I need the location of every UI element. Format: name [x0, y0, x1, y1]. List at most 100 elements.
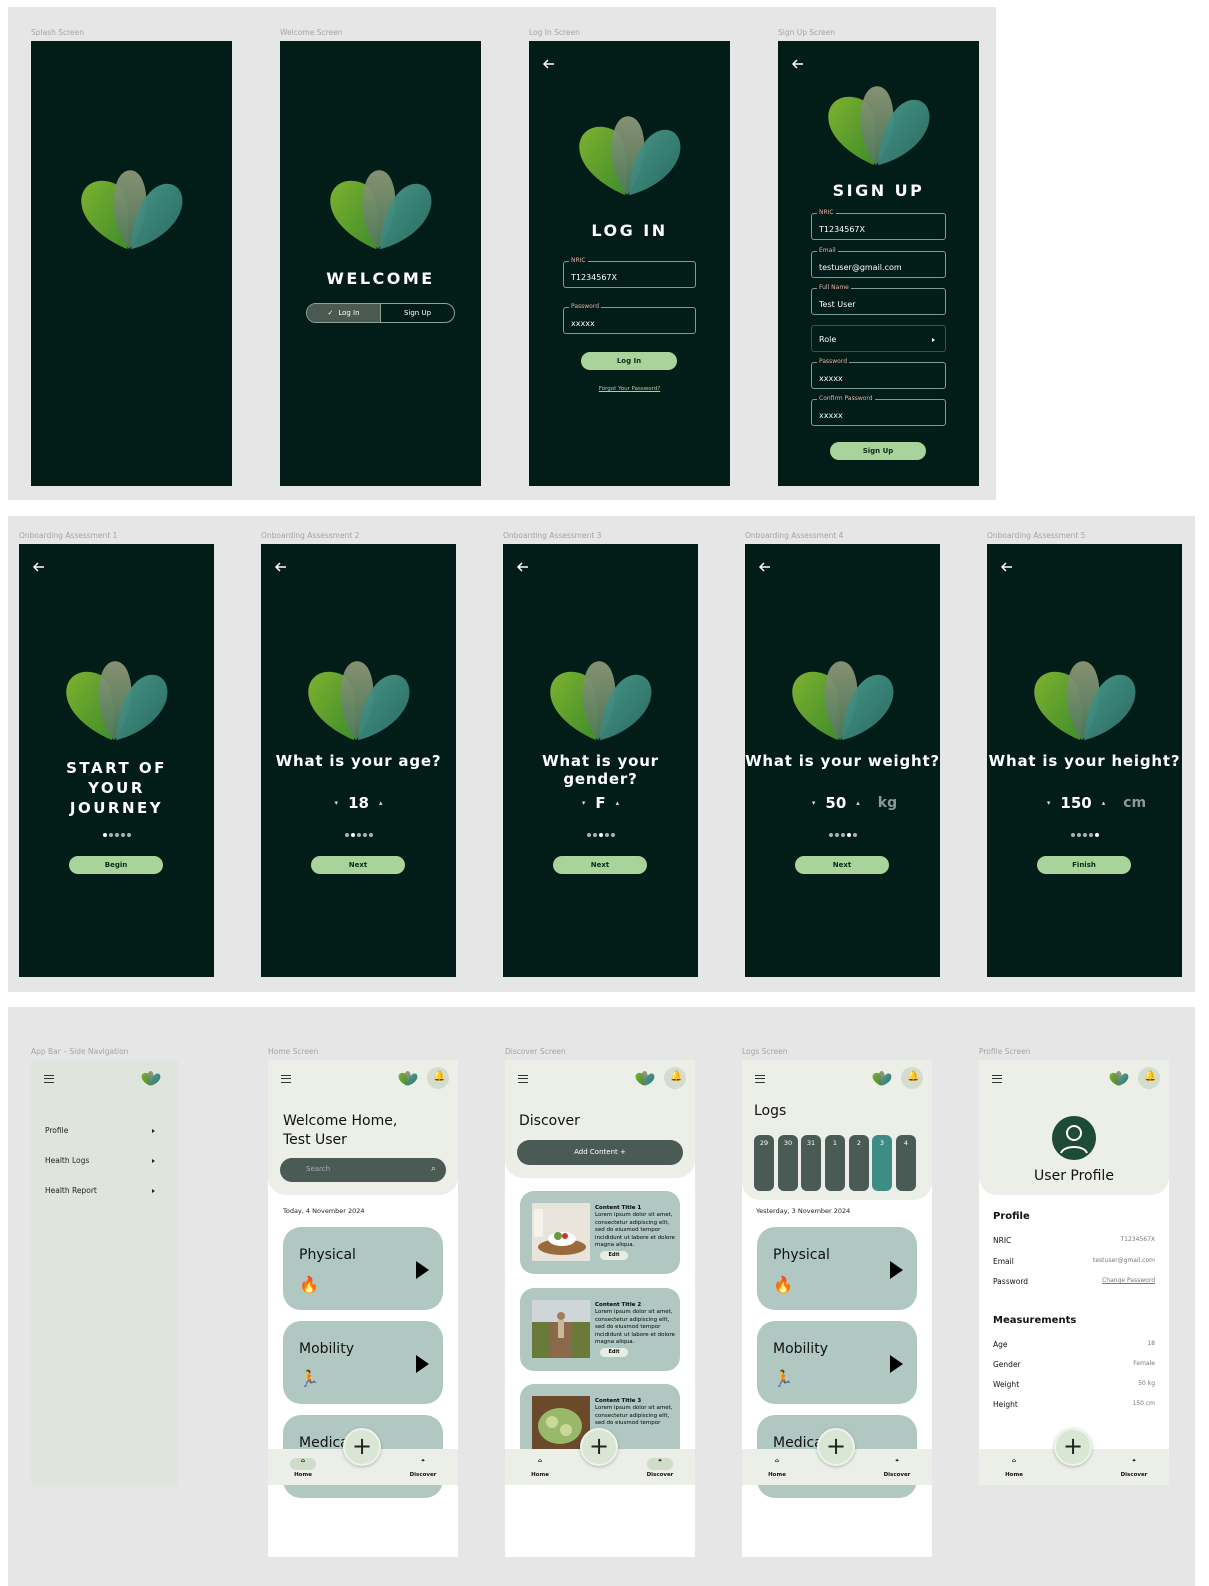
add-fab[interactable]: + [1054, 1428, 1092, 1466]
nav-discover[interactable]: ⌖ Discover [882, 1458, 912, 1478]
nav-home[interactable]: ⌂ Home [525, 1458, 555, 1478]
nav-discover[interactable]: ⌖ Discover [408, 1458, 438, 1478]
add-fab[interactable]: + [817, 1428, 855, 1466]
change-password-link[interactable]: Change Password [1102, 1277, 1155, 1286]
play-icon[interactable] [416, 1261, 429, 1279]
age-question: What is your age? [275, 752, 442, 770]
onboarding-2-screen: What is your age? ▾ 18 ▴ Next [261, 544, 456, 977]
home-icon: ⌂ [775, 1458, 779, 1464]
logs-screen: 🔔 Logs 29 30 31 1 2 3 4 Yesterday, 3 Nov… [742, 1060, 932, 1557]
next-button[interactable]: Next [553, 856, 647, 874]
nav-home[interactable]: ⌂ Home [762, 1458, 792, 1478]
menu-icon[interactable] [281, 1075, 291, 1083]
menu-icon[interactable] [755, 1075, 765, 1083]
search-input[interactable]: Search ⌕ [280, 1158, 446, 1182]
day-column[interactable]: 4 [896, 1135, 916, 1191]
decrement-icon[interactable]: ▾ [812, 799, 816, 807]
login-tab[interactable]: ✓ Log In [307, 304, 381, 322]
confirm-password-input[interactable]: Confirm Password xxxxx [811, 394, 946, 426]
mobility-card[interactable]: Mobility 🏃 [283, 1321, 443, 1404]
edit-button[interactable]: Edit [600, 1251, 628, 1260]
back-arrow-icon[interactable] [515, 559, 531, 575]
full-name-input[interactable]: Full Name Test User [811, 283, 946, 315]
day-column-selected[interactable]: 3 [872, 1135, 892, 1191]
back-arrow-icon[interactable] [541, 56, 557, 72]
content-card[interactable]: Content Title 2 Lorem ipsum dolor sit am… [520, 1288, 680, 1371]
home-icon: ⌂ [538, 1458, 542, 1464]
bell-icon[interactable]: 🔔 [901, 1067, 923, 1089]
menu-icon[interactable] [44, 1075, 54, 1083]
back-arrow-icon[interactable] [790, 56, 806, 72]
signup-button[interactable]: Sign Up [830, 442, 926, 460]
finish-button[interactable]: Finish [1037, 856, 1131, 874]
nav-item-health-logs[interactable]: Health Logs [45, 1156, 155, 1165]
height-stepper[interactable]: ▾ 150 ▴ cm [987, 794, 1182, 812]
forgot-password-link[interactable]: Forgot Your Password? [529, 386, 730, 392]
role-select[interactable]: Role [811, 325, 946, 352]
weight-stepper[interactable]: ▾ 50 ▴ kg [745, 794, 940, 812]
search-icon[interactable]: ⌕ [431, 1164, 436, 1174]
play-icon[interactable] [890, 1261, 903, 1279]
onboarding-4-screen: What is your weight? ▾ 50 ▴ kg Next [745, 544, 940, 977]
auth-toggle[interactable]: ✓ Log In Sign Up [306, 303, 455, 323]
back-arrow-icon[interactable] [757, 559, 773, 575]
next-button[interactable]: Next [311, 856, 405, 874]
edit-button[interactable]: Edit [600, 1348, 628, 1357]
mobility-card[interactable]: Mobility 🏃 [757, 1321, 917, 1404]
next-button[interactable]: Next [795, 856, 889, 874]
increment-icon[interactable]: ▴ [616, 799, 620, 807]
content-image [532, 1203, 590, 1261]
back-arrow-icon[interactable] [999, 559, 1015, 575]
app-logo [577, 111, 683, 197]
decrement-icon[interactable]: ▾ [1047, 799, 1051, 807]
play-icon[interactable] [416, 1355, 429, 1373]
nav-item-profile[interactable]: Profile [45, 1126, 155, 1135]
nav-discover[interactable]: ⌖ Discover [1119, 1458, 1149, 1478]
frame-label: Onboarding Assessment 4 [745, 531, 844, 540]
nav-item-health-report[interactable]: Health Report [45, 1186, 155, 1195]
menu-icon[interactable] [992, 1075, 1002, 1083]
increment-icon[interactable]: ▴ [856, 799, 860, 807]
password-input[interactable]: Password xxxxx [563, 302, 696, 334]
bell-icon[interactable]: 🔔 [1138, 1067, 1160, 1089]
chevron-right-icon [152, 1129, 155, 1133]
nav-home[interactable]: ⌂ Home [288, 1458, 318, 1478]
signup-tab[interactable]: Sign Up [381, 304, 454, 322]
day-column[interactable]: 2 [849, 1135, 869, 1191]
back-arrow-icon[interactable] [273, 559, 289, 575]
age-stepper[interactable]: ▾ 18 ▴ [261, 794, 456, 812]
nric-input[interactable]: NRIC T1234567X [563, 256, 696, 288]
increment-icon[interactable]: ▴ [1102, 799, 1106, 807]
bell-icon[interactable]: 🔔 [664, 1067, 686, 1089]
bell-icon[interactable]: 🔔 [427, 1067, 449, 1089]
onboarding-5-screen: What is your height? ▾ 150 ▴ cm Finish [987, 544, 1182, 977]
password-input[interactable]: Password xxxxx [811, 357, 946, 389]
play-icon[interactable] [890, 1355, 903, 1373]
login-button[interactable]: Log In [581, 352, 677, 370]
physical-card[interactable]: Physical 🔥 [757, 1227, 917, 1310]
decrement-icon[interactable]: ▾ [582, 799, 586, 807]
menu-icon[interactable] [518, 1075, 528, 1083]
day-column[interactable]: 30 [778, 1135, 798, 1191]
chevron-right-icon [932, 338, 935, 342]
increment-icon[interactable]: ▴ [379, 799, 383, 807]
add-fab[interactable]: + [343, 1428, 381, 1466]
physical-card[interactable]: Physical 🔥 [283, 1227, 443, 1310]
gender-stepper[interactable]: ▾ F ▴ [503, 794, 698, 812]
decrement-icon[interactable]: ▾ [335, 799, 339, 807]
begin-button[interactable]: Begin [69, 856, 163, 874]
back-arrow-icon[interactable] [31, 559, 47, 575]
email-input[interactable]: Email testuser@gmail.com [811, 246, 946, 278]
add-fab[interactable]: + [580, 1428, 618, 1466]
nav-home[interactable]: ⌂ Home [999, 1458, 1029, 1478]
content-card[interactable]: Content Title 1 Lorem ipsum dolor sit am… [520, 1191, 680, 1274]
nav-discover[interactable]: ⌖ Discover [645, 1458, 675, 1478]
app-logo [548, 656, 654, 742]
add-content-button[interactable]: Add Content + [517, 1140, 683, 1165]
day-column[interactable]: 31 [801, 1135, 821, 1191]
signup-title: SIGN UP [832, 181, 925, 200]
nric-input[interactable]: NRIC T1234567X [811, 208, 946, 240]
day-column[interactable]: 29 [754, 1135, 774, 1191]
location-pin-icon: ⌖ [1132, 1458, 1136, 1464]
day-column[interactable]: 1 [825, 1135, 845, 1191]
